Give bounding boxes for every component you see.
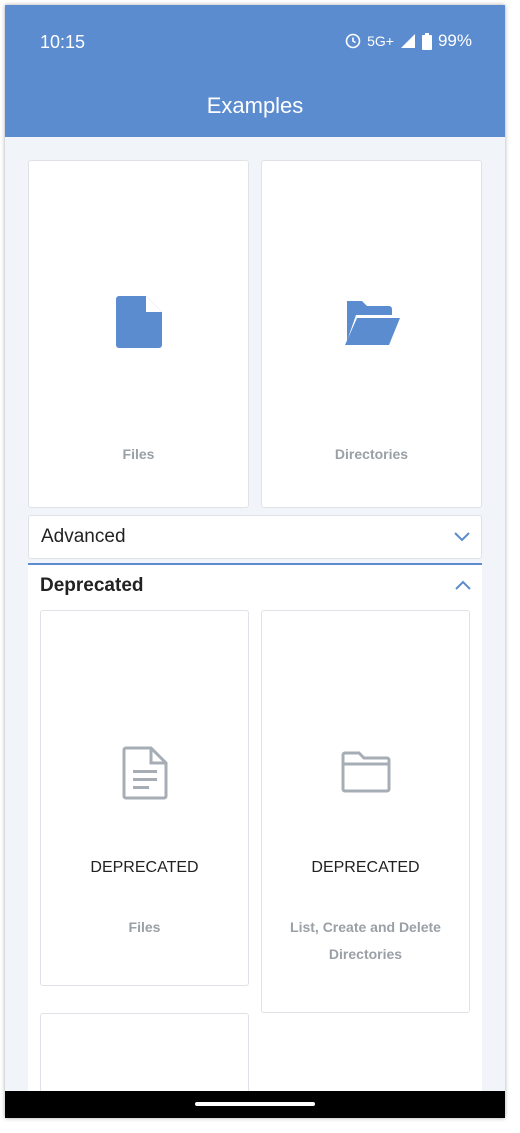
signal-icon xyxy=(400,34,415,48)
deprecated-section-label[interactable]: Deprecated xyxy=(40,575,144,597)
home-gesture-pill[interactable] xyxy=(195,1102,315,1106)
folder-outline-icon xyxy=(262,751,469,793)
battery-percent: 99% xyxy=(437,31,472,50)
deprecated-badge: DEPRECATED xyxy=(311,859,420,876)
alarm-icon xyxy=(345,33,361,49)
navigation-bar xyxy=(5,1091,505,1118)
deprecated-files-label: Files xyxy=(128,919,161,935)
chevron-up-icon[interactable] xyxy=(454,578,472,596)
network-type: 5G+ xyxy=(367,33,394,49)
chevron-down-icon xyxy=(453,529,471,547)
deprecated-section: Deprecated DEPRECATED Files DEPRECATED L… xyxy=(28,563,482,1118)
directories-card-label: Directories xyxy=(334,446,409,462)
document-outline-icon xyxy=(41,746,248,800)
files-card-label: Files xyxy=(122,446,155,462)
deprecated-directories-card[interactable]: DEPRECATED List, Create and Delete Direc… xyxy=(261,610,470,1013)
battery-icon xyxy=(421,32,432,50)
advanced-section-label: Advanced xyxy=(41,526,126,547)
deprecated-directories-label: List, Create and Delete Directories xyxy=(290,919,441,962)
files-card[interactable]: Files xyxy=(28,160,249,508)
status-icons: 5G+ 99% xyxy=(345,31,472,51)
deprecated-files-card[interactable]: DEPRECATED Files xyxy=(40,610,249,986)
phone-screen: 10:15 5G+ 99% Examples Files Directories… xyxy=(5,5,505,1118)
file-icon xyxy=(29,296,248,348)
app-bar: 10:15 5G+ 99% Examples xyxy=(5,5,505,137)
page-title: Examples xyxy=(206,93,304,118)
folder-open-icon xyxy=(262,301,481,345)
deprecated-badge: DEPRECATED xyxy=(90,859,199,876)
directories-card[interactable]: Directories xyxy=(261,160,482,508)
advanced-section-header[interactable]: Advanced xyxy=(28,515,482,559)
status-time: 10:15 xyxy=(40,32,86,52)
